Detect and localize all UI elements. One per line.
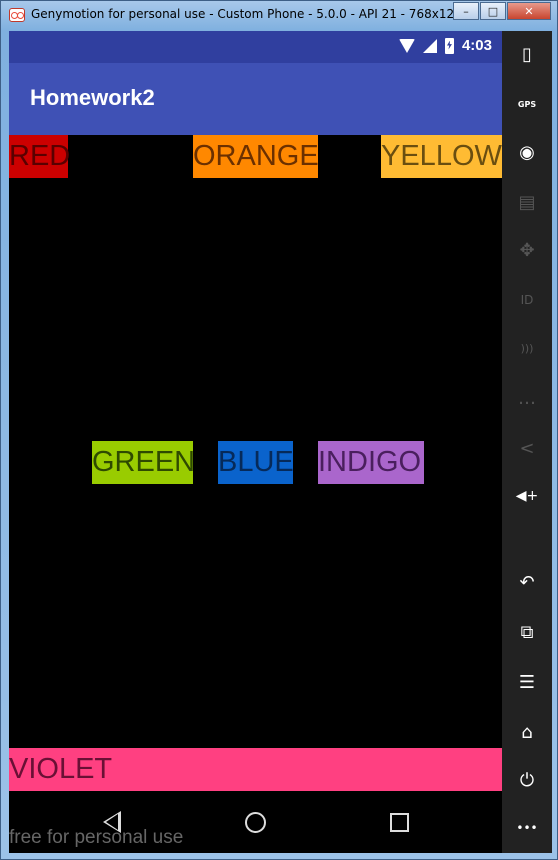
label-yellow: YELLOW [381, 135, 502, 178]
sms-icon[interactable]: … [514, 385, 540, 411]
status-icons: 4:03 [398, 37, 492, 54]
back-icon[interactable]: ↶ [514, 569, 540, 595]
app-title: Homework2 [30, 85, 155, 110]
gps-icon[interactable]: GPS [514, 91, 540, 117]
nav-recents-icon[interactable] [390, 813, 409, 832]
battery-charging-icon [444, 37, 454, 54]
label-blue: BLUE [218, 441, 294, 484]
maximize-button[interactable]: □ [480, 2, 506, 20]
battery-icon[interactable]: ▯ [514, 41, 540, 67]
camera-icon[interactable]: ◉ [514, 139, 540, 165]
label-orange: ORANGE [193, 135, 319, 178]
status-bar: 4:03 [9, 31, 502, 63]
genymotion-toolbar: ▯ GPS ◉ ▤ ✥ ID ))) … < ◀+ ↶ ⧉ ☰ ⌂ ⏻ ••• [502, 31, 552, 853]
signal-icon [422, 38, 437, 53]
label-violet: VIOLET [9, 748, 502, 791]
genymotion-window: Genymotion for personal use - Custom Pho… [0, 0, 558, 860]
genymotion-logo-icon [9, 8, 25, 22]
label-red: RED [9, 135, 70, 178]
more-icon[interactable]: ••• [514, 815, 540, 841]
status-time: 4:03 [461, 37, 492, 54]
wifi-icon [398, 38, 415, 53]
volume-up-icon[interactable]: ◀+ [514, 483, 540, 509]
window-titlebar[interactable]: Genymotion for personal use - Custom Pho… [1, 1, 557, 31]
phone-screen[interactable]: 4:03 Homework2 RED ORANGE YELLOW GREEN B… [9, 31, 502, 853]
watermark: free for personal use [9, 827, 184, 848]
label-green: GREEN [92, 441, 195, 484]
nav-home-icon[interactable] [245, 812, 266, 833]
capture-icon[interactable]: ▤ [514, 189, 540, 215]
share-icon[interactable]: < [514, 435, 540, 461]
home-icon[interactable]: ⌂ [514, 719, 540, 745]
rss-icon[interactable]: ))) [514, 335, 540, 361]
move-icon[interactable]: ✥ [514, 237, 540, 263]
window-title: Genymotion for personal use - Custom Pho… [31, 7, 466, 21]
menu-icon[interactable]: ☰ [514, 669, 540, 695]
recent-apps-icon[interactable]: ⧉ [514, 619, 540, 645]
action-bar: Homework2 [9, 63, 502, 135]
close-button[interactable]: ✕ [507, 2, 551, 20]
power-icon[interactable]: ⏻ [514, 767, 540, 793]
label-indigo: INDIGO [318, 441, 424, 484]
id-icon[interactable]: ID [514, 287, 540, 313]
minimize-button[interactable]: – [453, 2, 479, 20]
window-controls: – □ ✕ [452, 2, 551, 20]
